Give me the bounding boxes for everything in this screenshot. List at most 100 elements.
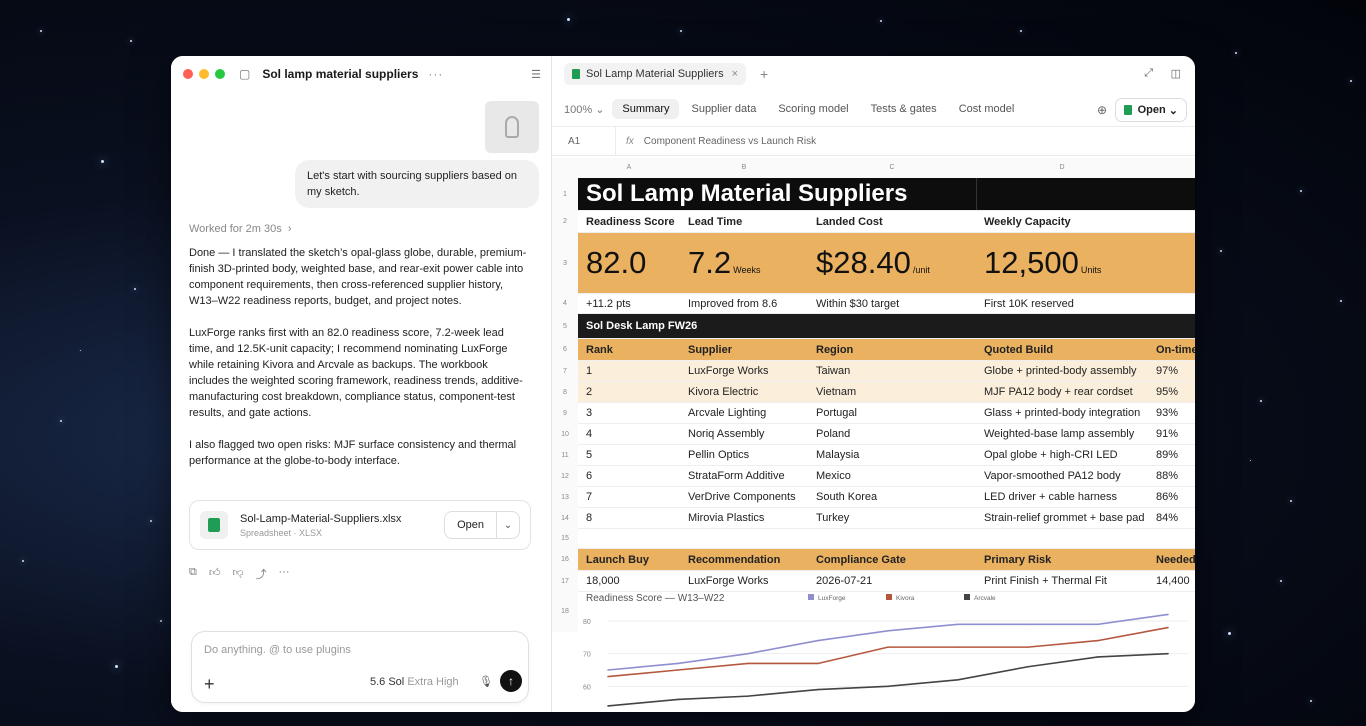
open-in-app-button[interactable]: Open ⌄ xyxy=(1114,98,1187,122)
add-sheet-icon[interactable]: ⊕ xyxy=(1097,103,1107,117)
maximize-window-button[interactable] xyxy=(215,69,225,79)
more-options-icon[interactable]: ··· xyxy=(428,67,443,81)
sheets-icon xyxy=(572,69,580,79)
data-point xyxy=(817,688,819,691)
row-header[interactable]: 5 xyxy=(552,314,578,339)
table-cell: Vapor-smoothed PA12 body xyxy=(984,470,1121,482)
worked-for-toggle[interactable]: Worked for 2m 30s › xyxy=(189,223,292,235)
table-cell: 2026-07-21 xyxy=(816,575,873,587)
table-cell: Glass + printed-body integration xyxy=(984,407,1141,419)
table-row[interactable]: 4 Noriq Assembly Poland Weighted-base lamp … xyxy=(578,424,1195,445)
thumbs-up-icon[interactable]: 👍︎ xyxy=(209,566,221,582)
expand-icon[interactable]: ⤢ xyxy=(1144,67,1153,80)
document-tab[interactable]: Sol Lamp Material Suppliers × xyxy=(564,63,747,85)
table-row[interactable]: 3 Arcvale Lighting Portugal Glass + printed… xyxy=(578,403,1195,424)
sheet-tab-supplier-data[interactable]: Supplier data xyxy=(691,103,756,115)
table-cell: Malaysia xyxy=(816,449,860,461)
more-actions-icon[interactable]: ··· xyxy=(279,566,290,582)
row-header[interactable]: 12 xyxy=(552,466,578,487)
open-options-chevron-icon[interactable]: ⌄ xyxy=(497,520,519,531)
send-button[interactable]: ↑ xyxy=(500,670,522,692)
copy-icon[interactable]: ⧉ xyxy=(189,566,197,582)
panel-toggle-icon[interactable]: ◫ xyxy=(1171,67,1181,80)
data-point xyxy=(747,652,749,655)
row-header[interactable]: 14 xyxy=(552,508,578,529)
table-cell: Mexico xyxy=(816,470,851,482)
table-cell: 95% xyxy=(1156,386,1179,398)
table-row[interactable]: 5 Pellin Optics Malaysia Opal globe + high-… xyxy=(578,445,1195,466)
data-point xyxy=(747,662,749,665)
row-header[interactable]: 18 xyxy=(552,592,578,632)
table-row[interactable]: 2 Kivora Electric Vietnam MJF PA12 body + r… xyxy=(578,382,1195,403)
zoom-selector[interactable]: 100% ⌄ xyxy=(564,103,604,116)
composer-input[interactable]: Do anything. @ to use plugins xyxy=(204,644,351,656)
row-header[interactable]: 3 xyxy=(552,233,578,294)
row-header[interactable]: 10 xyxy=(552,424,578,445)
kpi-label: Landed Cost xyxy=(816,215,883,228)
column-header[interactable]: C xyxy=(808,158,976,178)
cell-reference[interactable]: A1 xyxy=(552,127,616,155)
data-point xyxy=(607,669,609,671)
sketch-thumbnail[interactable] xyxy=(485,101,539,153)
row-header[interactable]: 11 xyxy=(552,445,578,466)
thumbs-down-icon[interactable]: 👎︎ xyxy=(232,566,243,582)
row-header[interactable]: 15 xyxy=(552,529,578,549)
data-point xyxy=(1027,623,1029,626)
kpi-value-row[interactable]: 82.0 7.2 Weeks $28.40/unit 12,500 Units xyxy=(578,233,1195,294)
share-icon[interactable]: ⤴ xyxy=(256,566,267,582)
close-window-button[interactable] xyxy=(183,69,193,79)
sheet-tab-scoring-model[interactable]: Scoring model xyxy=(778,103,848,115)
row-header[interactable]: 17 xyxy=(552,571,578,592)
section-header-row[interactable]: Sol Desk Lamp FW26 xyxy=(578,314,1195,339)
kpi-label-row[interactable]: Readiness Score Lead Time Landed Cost We… xyxy=(578,211,1195,233)
row-header[interactable]: 16 xyxy=(552,549,578,571)
kpi-sub-row[interactable]: +11.2 pts Improved from 8.6 Within $30 t… xyxy=(578,294,1195,314)
row-header[interactable]: 13 xyxy=(552,487,578,508)
file-attachment-card[interactable]: Sol-Lamp-Material-Suppliers.xlsx Spreads… xyxy=(189,500,531,550)
row-header[interactable]: 4 xyxy=(552,294,578,314)
model-selector[interactable]: 5.6 Sol Extra High xyxy=(370,676,459,688)
readiness-chart[interactable]: Readiness Score — W13–W22 LuxForge Kivora A… xyxy=(578,589,1195,712)
blank-row[interactable] xyxy=(578,529,1195,549)
open-file-button[interactable]: Open xyxy=(445,512,497,538)
table-cell: Strain-relief grommet + base pad xyxy=(984,512,1145,524)
row-header[interactable]: 6 xyxy=(552,339,578,361)
list-settings-icon[interactable]: ☰ xyxy=(531,68,541,81)
sheet-title-row[interactable]: Sol Lamp Material Suppliers xyxy=(578,178,1195,211)
user-message: Let's start with sourcing suppliers base… xyxy=(295,160,539,208)
formula-content[interactable]: Component Readiness vs Launch Risk xyxy=(644,136,816,147)
minimize-window-button[interactable] xyxy=(199,69,209,79)
row-header[interactable]: 9 xyxy=(552,403,578,424)
row-header[interactable]: 2 xyxy=(552,211,578,233)
table-cell: Mirovia Plastics xyxy=(688,512,765,524)
table-header-row[interactable]: Rank Supplier Region Quoted Build On-tim… xyxy=(578,339,1195,361)
table-row[interactable]: 7 VerDrive Components South Korea LED drive… xyxy=(578,487,1195,508)
new-tab-icon[interactable]: + xyxy=(760,66,768,82)
composer[interactable]: Do anything. @ to use plugins + 5.6 Sol … xyxy=(191,631,529,703)
sheet-tab-tests-gates[interactable]: Tests & gates xyxy=(871,103,937,115)
table-cell: Weighted-base lamp assembly xyxy=(984,428,1135,440)
column-header[interactable]: B xyxy=(680,158,808,178)
column-header[interactable]: D xyxy=(976,158,1148,178)
legend-label: LuxForge xyxy=(818,595,846,602)
table-row[interactable]: 8 Mirovia Plastics Turkey Strain-relief gro… xyxy=(578,508,1195,529)
function-icon: fx xyxy=(626,135,634,147)
kpi-value: 12,500 xyxy=(984,245,1079,280)
column-header[interactable]: A xyxy=(578,158,680,178)
sheet-tab-cost-model[interactable]: Cost model xyxy=(959,103,1015,115)
sidebar-toggle-icon[interactable]: ▢ xyxy=(239,67,250,81)
close-tab-icon[interactable]: × xyxy=(732,68,738,80)
sheet-tab-summary[interactable]: Summary xyxy=(612,99,680,119)
table-row[interactable]: 1 LuxForge Works Taiwan Globe + printed-bod… xyxy=(578,361,1195,382)
add-attachment-icon[interactable]: + xyxy=(204,674,215,695)
series-line xyxy=(607,626,1169,678)
data-point xyxy=(747,695,749,697)
table-cell: 97% xyxy=(1156,365,1179,377)
row-header[interactable]: 1 xyxy=(552,178,578,211)
row-header[interactable]: 8 xyxy=(552,382,578,403)
table-row[interactable]: 6 StrataForm Additive Mexico Vapor-smoothed… xyxy=(578,466,1195,487)
table-cell: 91% xyxy=(1156,428,1179,440)
row-header[interactable]: 7 xyxy=(552,361,578,382)
launch-buy-header-row[interactable]: Launch Buy Recommendation Compliance Gat… xyxy=(578,549,1195,571)
microphone-icon[interactable]: 🎙︎ xyxy=(479,675,493,688)
